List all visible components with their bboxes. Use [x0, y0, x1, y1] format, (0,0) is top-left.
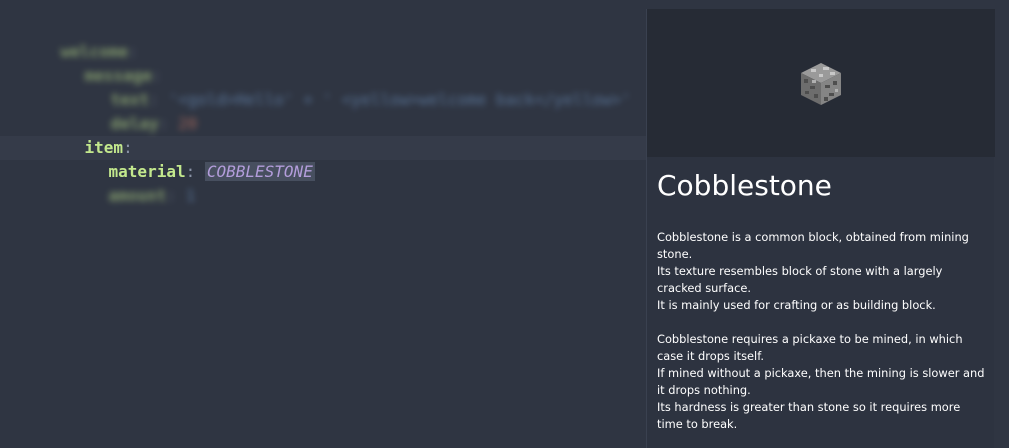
- popup-title: Cobblestone: [657, 169, 832, 202]
- code-line-material[interactable]: material: COBBLESTONE: [70, 136, 315, 181]
- amount-value: 1: [185, 186, 196, 205]
- amount-key: amount: [108, 186, 167, 205]
- popup-description: Cobblestone is a common block, obtained …: [657, 229, 989, 433]
- code-line: welcome:: [60, 42, 138, 61]
- code-line-item[interactable]: item:: [46, 112, 133, 157]
- description-line: Cobblestone requires a pickaxe to be min…: [657, 332, 963, 363]
- item-preview: [647, 9, 995, 157]
- description-line: It is mainly used for crafting or as bui…: [657, 298, 936, 312]
- cobblestone-block-icon: [801, 63, 841, 105]
- description-line: Cobblestone is a common block, obtained …: [657, 230, 969, 261]
- description-line: Its texture resembles block of stone wit…: [657, 264, 943, 295]
- code-line: text: '<gold>Hello' + ' <yellow>welcome …: [110, 90, 631, 109]
- documentation-popup: Cobblestone Cobblestone is a common bloc…: [646, 9, 995, 448]
- description-line: Its hardness is greater than stone so it…: [657, 400, 961, 431]
- code-line: delay: 20: [110, 114, 198, 133]
- material-value[interactable]: COBBLESTONE: [204, 162, 315, 181]
- yaml-value: '<gold>Hello' + ' <yellow>welcome back</…: [168, 90, 631, 109]
- code-line: amount: 1: [108, 186, 196, 205]
- yaml-value: 20: [177, 114, 198, 133]
- code-line: message:: [84, 66, 162, 85]
- description-line: If mined without a pickaxe, then the min…: [657, 366, 985, 397]
